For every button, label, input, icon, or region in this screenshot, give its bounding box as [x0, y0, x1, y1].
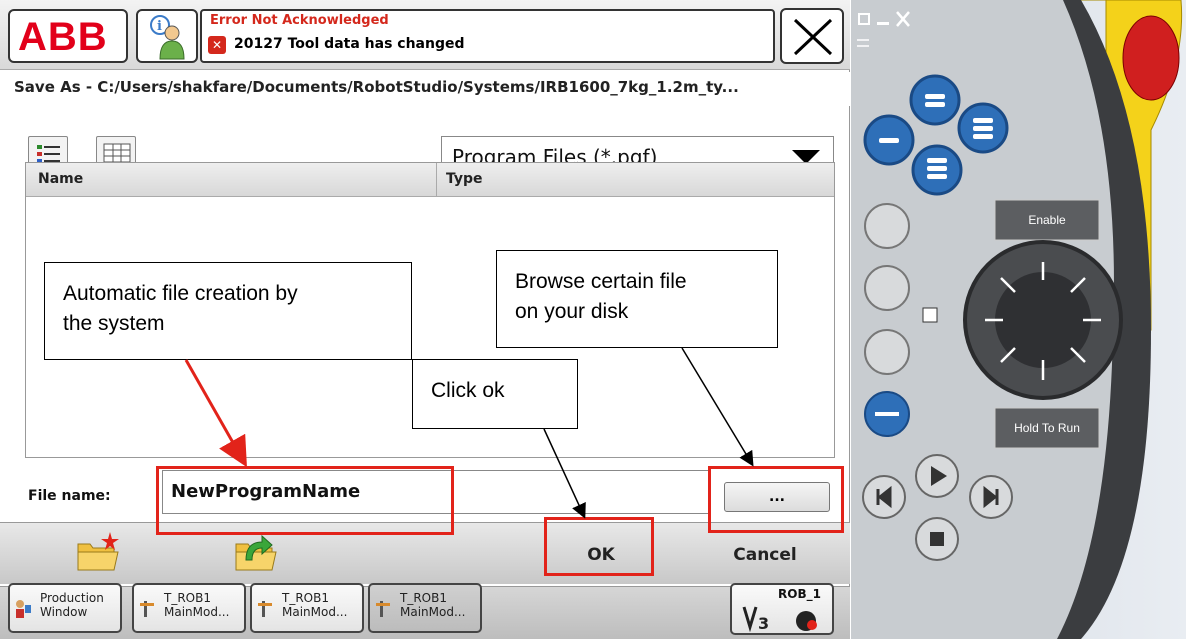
programmable-key-1-icon[interactable]: [909, 74, 961, 126]
hold-to-run-label: Hold To Run: [1014, 421, 1080, 435]
annotation-arrows: [184, 347, 754, 519]
minimize-icon[interactable]: [877, 22, 889, 25]
toggle-increment-icon[interactable]: [864, 329, 910, 375]
arrow-to-browse: [681, 347, 754, 467]
arrow-to-file-name: [184, 359, 247, 468]
toggle-motion-mode-icon[interactable]: [864, 265, 910, 311]
select-unit-icon[interactable]: [864, 203, 910, 249]
arrow-to-ok: [543, 428, 586, 519]
emergency-stop-icon[interactable]: [1122, 15, 1180, 101]
flexpendant-hardware: Enable Hold To Run: [851, 0, 1183, 639]
enable-label: Enable: [1028, 213, 1066, 227]
